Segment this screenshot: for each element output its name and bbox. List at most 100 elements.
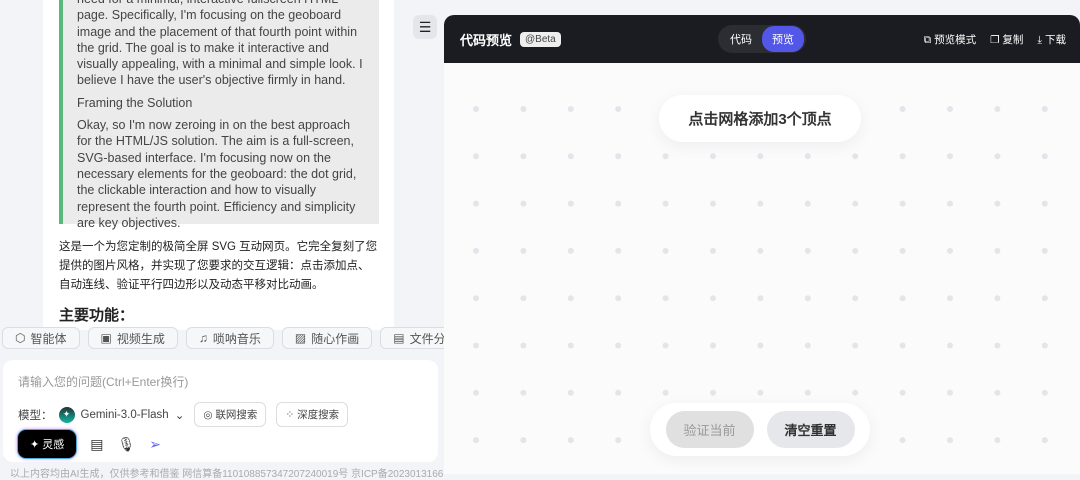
grid-dot[interactable] [615,153,622,160]
grid-dot[interactable] [947,200,953,207]
grid-dot[interactable] [520,389,527,396]
tool-music[interactable]: ♫ 唢呐音乐 [185,327,274,349]
grid-dot[interactable] [710,389,716,396]
grid-dot[interactable] [615,437,622,444]
grid-dot[interactable] [615,200,622,207]
grid-dot[interactable] [1041,295,1048,302]
grid-dot[interactable] [947,342,953,349]
grid-dot[interactable] [899,342,906,349]
model-select[interactable]: Gemini-3.0-Flash [81,409,169,421]
grid-dot[interactable] [520,153,527,160]
grid-dot[interactable] [899,295,906,302]
grid-dot[interactable] [615,295,622,302]
grid-dot[interactable] [1041,247,1048,254]
grid-dot[interactable] [899,153,906,160]
grid-dot[interactable] [994,247,1001,254]
grid-dot[interactable] [757,153,764,160]
grid-dot[interactable] [899,437,906,444]
grid-dot[interactable] [804,153,811,160]
grid-dot[interactable] [710,200,716,207]
send-icon[interactable]: ➢ [149,436,161,453]
grid-dot[interactable] [520,437,527,444]
grid-dot[interactable] [473,106,479,112]
grid-dot[interactable] [615,342,622,349]
reset-button[interactable]: 清空重置 [766,411,855,448]
grid-dot[interactable] [662,247,669,254]
tab-preview[interactable]: 预览 [762,26,804,52]
tool-agent[interactable]: ⬡ 智能体 [2,327,80,349]
grid-dot[interactable] [852,389,859,396]
grid-dot[interactable] [994,200,1001,207]
grid-dot[interactable] [473,153,479,160]
grid-dot[interactable] [567,247,574,254]
grid-dot[interactable] [567,342,574,349]
grid-dot[interactable] [852,153,859,160]
grid-dot[interactable] [804,342,811,349]
grid-dot[interactable] [473,342,479,349]
grid-dot[interactable] [757,389,764,396]
grid-dot[interactable] [994,295,1001,302]
grid-dot[interactable] [473,389,479,396]
grid-dot[interactable] [947,437,953,444]
grid-dot[interactable] [567,295,574,302]
grid-dot[interactable] [520,295,527,302]
grid-dot[interactable] [520,200,527,207]
web-search-button[interactable]: ◎ 联网搜索 [194,402,267,427]
grid-dot[interactable] [947,247,953,254]
grid-dot[interactable] [520,342,527,349]
tool-video[interactable]: ▣ 视频生成 [87,327,178,349]
preview-mode-button[interactable]: ⧉ 预览模式 [924,32,976,47]
tab-code[interactable]: 代码 [720,26,762,52]
chevron-down-icon[interactable]: ⌄ [175,408,185,422]
grid-dot[interactable] [473,295,479,302]
grid-dot[interactable] [662,342,669,349]
grid-dot[interactable] [567,153,574,160]
deep-search-button[interactable]: ⁘ 深度搜索 [276,402,349,427]
download-button[interactable]: ⤓ 下载 [1037,32,1066,47]
grid-dot[interactable] [473,437,479,444]
grid-dot[interactable] [662,153,669,160]
grid-dot[interactable] [520,106,527,112]
grid-dot[interactable] [757,295,764,302]
question-input[interactable]: 请输入您的问题(Ctrl+Enter换行) [18,373,188,390]
grid-dot[interactable] [994,153,1001,160]
grid-dot[interactable] [567,389,574,396]
grid-dot[interactable] [567,437,574,444]
sidebar-toggle-icon[interactable]: ☰ [413,15,437,39]
grid-dot[interactable] [757,247,764,254]
grid-dot[interactable] [567,106,574,112]
grid-dot[interactable] [899,106,906,112]
grid-dot[interactable] [662,200,669,207]
grid-dot[interactable] [899,200,906,207]
grid-dot[interactable] [710,247,716,254]
grid-dot[interactable] [1041,342,1048,349]
grid-dot[interactable] [852,247,859,254]
grid-dot[interactable] [662,295,669,302]
grid-dot[interactable] [994,342,1001,349]
grid-dot[interactable] [947,295,953,302]
grid-dot[interactable] [520,247,527,254]
grid-dot[interactable] [1041,200,1048,207]
grid-dot[interactable] [757,342,764,349]
inspiration-button[interactable]: ✦ 灵感 [18,430,77,458]
grid-dot[interactable] [994,437,1001,444]
grid-dot[interactable] [567,200,574,207]
grid-dot[interactable] [852,295,859,302]
grid-dot[interactable] [994,106,1001,112]
grid-dot[interactable] [1041,106,1048,112]
grid-dot[interactable] [615,389,622,396]
grid-dot[interactable] [662,389,669,396]
microphone-icon[interactable]: 🎙︎ [118,436,136,453]
grid-dot[interactable] [804,247,811,254]
grid-dot[interactable] [947,389,953,396]
grid-dot[interactable] [947,106,953,112]
grid-dot[interactable] [473,200,479,207]
grid-dot[interactable] [994,389,1001,396]
grid-dot[interactable] [804,200,811,207]
grid-dot[interactable] [852,342,859,349]
grid-dot[interactable] [710,153,716,160]
grid-dot[interactable] [899,389,906,396]
grid-dot[interactable] [947,153,953,160]
grid-dot[interactable] [473,247,479,254]
grid-dot[interactable] [804,295,811,302]
